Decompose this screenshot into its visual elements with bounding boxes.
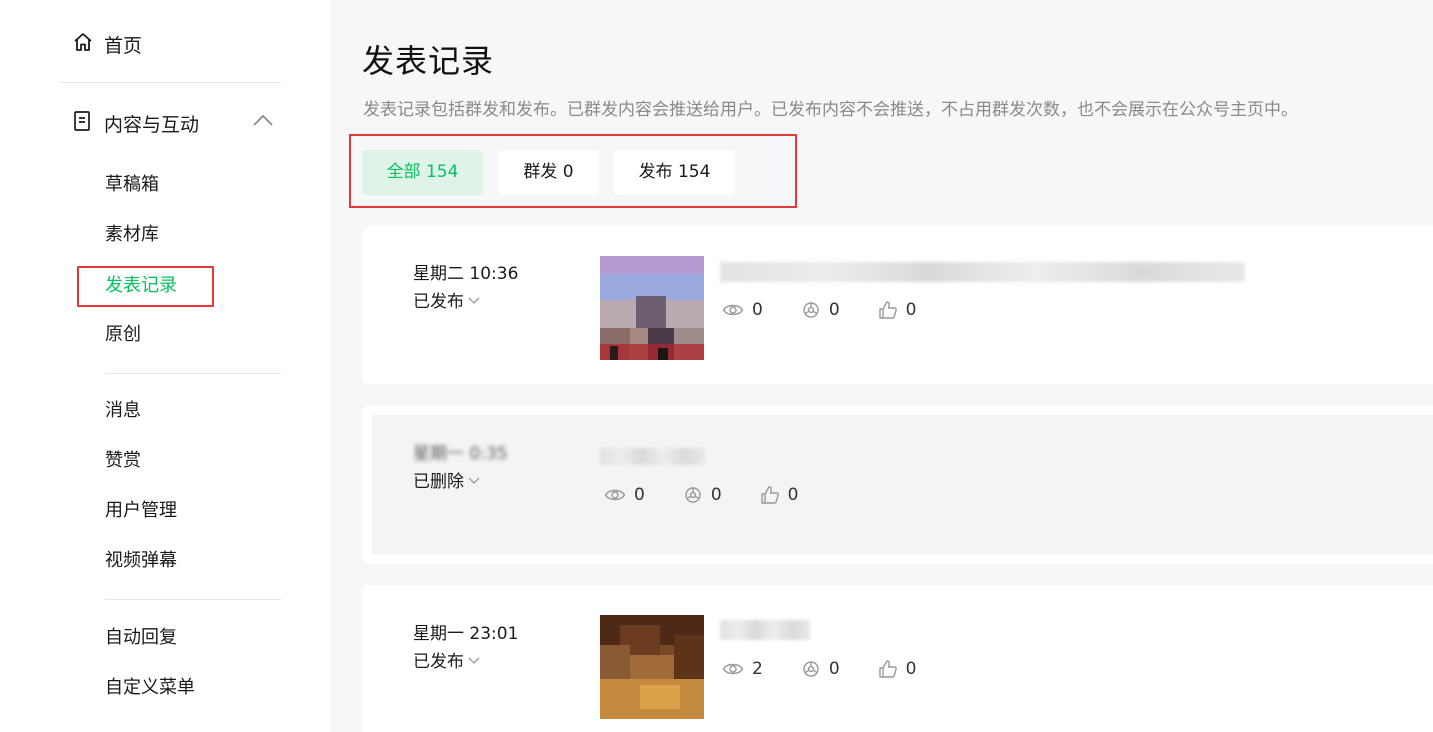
chevron-down-icon [467,290,481,310]
shares-stat: 0 [683,485,722,505]
share-icon [801,659,821,679]
chevron-up-icon[interactable] [252,112,274,134]
page-description: 发表记录包括群发和发布。已群发内容会推送给用户。已发布内容不会推送，不占用群发次… [363,100,1298,120]
record-card[interactable]: 星期一 23:01 已发布 2 0 0 [362,585,1433,732]
record-status-label: 已删除 [413,472,464,492]
record-status-label: 已发布 [413,652,464,672]
eye-icon [604,487,626,503]
thumb-up-icon [760,485,780,505]
tabs-highlight [349,134,797,208]
nav-divider [105,599,281,600]
record-status[interactable]: 已发布 [413,287,481,312]
shares-count: 0 [710,485,722,505]
eye-icon [722,661,744,677]
nav-item-partial[interactable] [105,722,111,732]
nav-item-rewards[interactable]: 赞赏 [105,446,141,476]
views-count: 2 [752,659,763,679]
shares-stat: 0 [801,300,840,320]
nav-divider [60,82,281,83]
likes-stat: 0 [878,300,917,320]
views-stat: 0 [722,300,763,320]
likes-count: 0 [787,485,799,505]
article-thumbnail[interactable] [600,256,704,360]
nav-item-drafts[interactable]: 草稿箱 [105,170,159,200]
home-icon [72,31,94,58]
nav-home-label: 首页 [104,34,143,57]
nav-item-original[interactable]: 原创 [105,320,141,350]
article-thumbnail[interactable] [600,615,704,719]
record-card[interactable]: 星期一 0:35 已删除 0 0 0 [362,405,1433,564]
nav-item-video-danmaku[interactable]: 视频弹幕 [105,546,177,576]
nav-item-user-management[interactable]: 用户管理 [105,496,177,526]
record-stats: 0 0 0 [722,300,954,320]
views-count: 0 [634,485,645,505]
shares-stat: 0 [801,659,840,679]
main-content: 发表记录 发表记录包括群发和发布。已群发内容会推送给用户。已发布内容不会推送，不… [330,0,1433,732]
nav-item-materials[interactable]: 素材库 [105,220,159,250]
shares-count: 0 [828,659,840,679]
nav-item-publish-records[interactable]: 发表记录 [105,271,177,301]
chevron-down-icon [467,470,481,490]
record-card[interactable]: 星期二 10:36 已发布 0 0 0 [362,226,1433,384]
document-icon [72,110,92,137]
likes-stat: 0 [760,485,799,505]
record-time: 星期二 10:36 [413,264,519,284]
page-title: 发表记录 [362,42,495,80]
sidebar: 首页 内容与互动 草稿箱 素材库 发表记录 原创 消息 赞赏 用户管理 视频弹幕… [0,0,330,732]
record-stats: 2 0 0 [722,659,954,679]
article-title-blurred[interactable] [720,620,810,640]
nav-divider [105,373,281,374]
nav-group-label: 内容与互动 [104,113,200,136]
nav-item-messages[interactable]: 消息 [105,396,141,426]
shares-count: 0 [828,300,840,320]
likes-count: 0 [905,300,917,320]
thumb-up-icon [878,659,898,679]
nav-item-custom-menu[interactable]: 自定义菜单 [105,673,195,703]
views-stat: 0 [604,485,645,505]
share-icon [801,300,821,320]
record-stats: 0 0 0 [604,485,836,505]
record-status[interactable]: 已删除 [413,467,481,492]
chevron-down-icon [467,650,481,670]
views-stat: 2 [722,659,763,679]
nav-home[interactable]: 首页 [72,28,142,60]
likes-stat: 0 [878,659,917,679]
record-status[interactable]: 已发布 [413,647,481,672]
article-title-blurred[interactable] [600,448,705,465]
article-title-blurred[interactable] [720,262,1245,282]
nav-item-auto-reply[interactable]: 自动回复 [105,623,177,653]
nav-group-content[interactable]: 内容与互动 [72,105,282,141]
record-time: 星期一 23:01 [413,624,519,644]
share-icon [683,485,703,505]
record-status-label: 已发布 [413,292,464,312]
views-count: 0 [752,300,763,320]
deleted-record-background [372,415,1433,554]
thumb-up-icon [878,300,898,320]
likes-count: 0 [905,659,917,679]
record-time: 星期一 0:35 [413,444,508,464]
eye-icon [722,302,744,318]
